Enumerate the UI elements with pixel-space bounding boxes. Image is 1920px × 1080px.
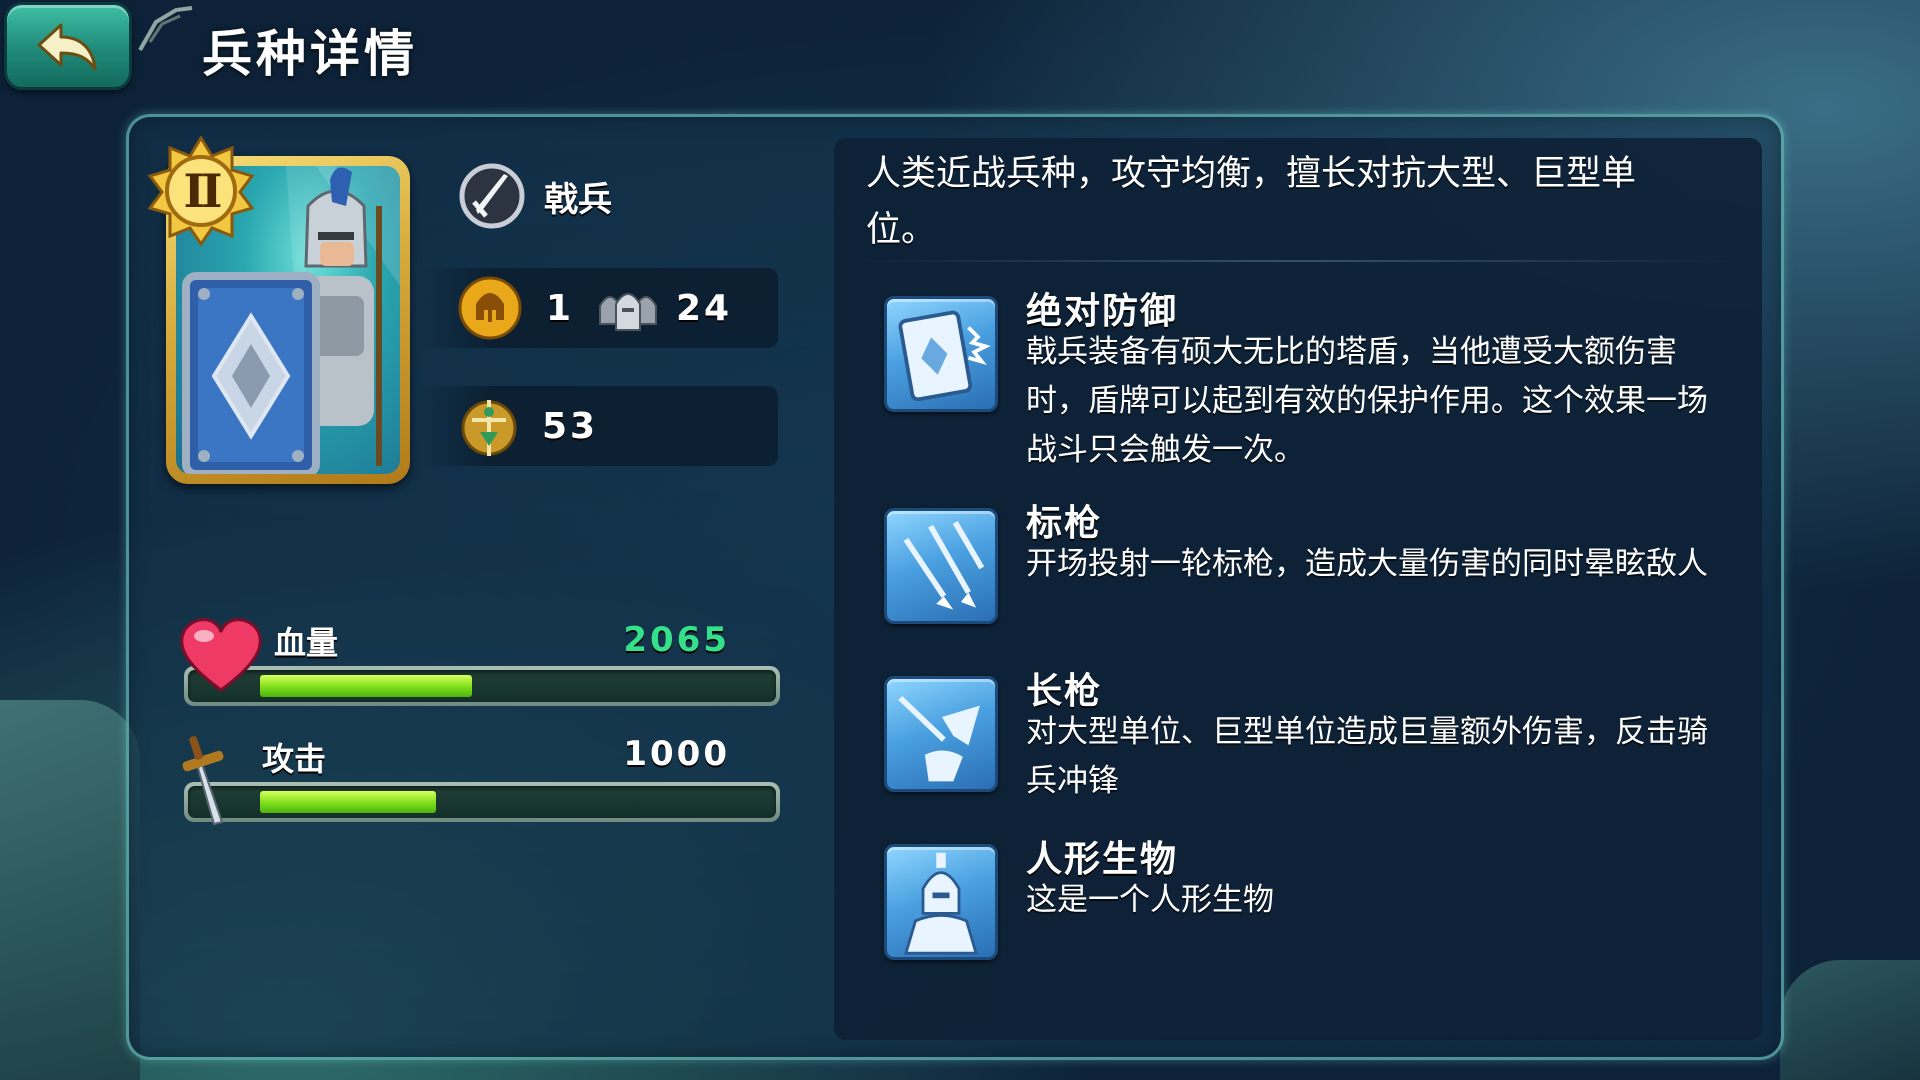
back-arrow-icon <box>37 23 97 71</box>
tower-shield-icon <box>884 296 998 412</box>
skill-item: 绝对防御 戟兵装备有硕大无比的塔盾，当他遭受大额伤害时，盾牌可以起到有效的保护作… <box>884 282 1744 482</box>
rank-label: II <box>183 164 222 218</box>
divider <box>856 260 1736 262</box>
skill-description: 开场投射一轮标枪，造成大量伤害的同时晕眩敌人 <box>1026 546 1708 582</box>
rank-badge: II <box>146 135 256 247</box>
skill-item: 人形生物 这是一个人形生物 <box>884 830 1744 980</box>
skill-name: 标枪 <box>1026 503 1103 544</box>
background-rock <box>1780 960 1920 1080</box>
hp-value: 2065 <box>623 620 730 660</box>
page-title: 兵种详情 <box>202 25 418 83</box>
hp-bar <box>184 666 780 706</box>
unit-name: 戟兵 <box>544 180 612 220</box>
combat-power-icon <box>461 400 517 456</box>
title-ornament-icon <box>138 6 193 51</box>
population-cost-icon <box>458 276 522 340</box>
sword-icon <box>182 736 224 826</box>
attack-value: 1000 <box>623 734 730 774</box>
heart-icon <box>180 618 262 692</box>
attack-bar-fill <box>260 791 436 813</box>
humanoid-icon <box>884 844 998 960</box>
background-rock <box>0 700 140 1080</box>
hp-bar-fill <box>260 675 472 697</box>
troop-count-icon <box>599 293 657 331</box>
attack-bar <box>184 782 780 822</box>
long-spear-icon <box>884 676 998 792</box>
hp-label: 血量 <box>274 624 339 662</box>
troop-count-value: 24 <box>676 288 733 329</box>
skill-description: 戟兵装备有硕大无比的塔盾，当他遭受大额伤害时，盾牌可以起到有效的保护作用。这个效… <box>1026 334 1708 468</box>
skill-description: 对大型单位、巨型单位造成巨量额外伤害，反击骑兵冲锋 <box>1026 714 1708 799</box>
skill-name: 人形生物 <box>1026 839 1179 880</box>
skill-name: 绝对防御 <box>1026 291 1179 332</box>
population-cost-value: 1 <box>546 288 572 329</box>
javelin-icon <box>884 508 998 624</box>
skill-description: 这是一个人形生物 <box>1026 882 1274 918</box>
melee-type-icon <box>459 163 525 229</box>
combat-power-value: 53 <box>542 406 599 447</box>
skill-item: 标枪 开场投射一轮标枪，造成大量伤害的同时晕眩敌人 <box>884 494 1744 644</box>
back-button[interactable] <box>4 2 132 90</box>
skill-item: 长枪 对大型单位、巨型单位造成巨量额外伤害，反击骑兵冲锋 <box>884 662 1744 812</box>
attack-label: 攻击 <box>262 740 327 778</box>
skill-name: 长枪 <box>1026 671 1103 712</box>
unit-description: 人类近战兵种，攻守均衡，擅长对抗大型、巨型单位。 <box>866 154 1637 250</box>
